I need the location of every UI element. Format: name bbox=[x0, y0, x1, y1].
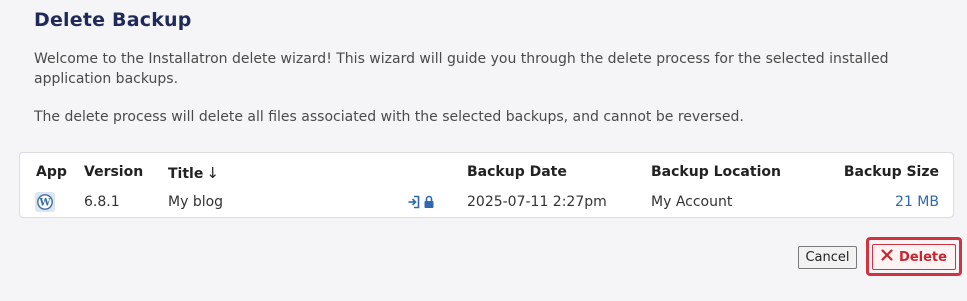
lock-icon bbox=[424, 194, 434, 213]
backup-size-link[interactable]: 21 MB bbox=[895, 194, 939, 210]
wordpress-icon: W bbox=[35, 192, 55, 212]
intro-text: Welcome to the Installatron delete wizar… bbox=[34, 51, 889, 87]
x-icon bbox=[881, 249, 893, 265]
column-header-title-label: Title bbox=[168, 166, 204, 182]
column-header-title[interactable]: Title ↓ bbox=[168, 164, 219, 182]
sign-in-icon bbox=[408, 194, 420, 213]
column-header-app: App bbox=[36, 164, 67, 180]
status-icons bbox=[408, 194, 434, 213]
column-header-backup-location[interactable]: Backup Location bbox=[651, 164, 781, 180]
title-cell: My blog bbox=[168, 194, 224, 210]
svg-text:W: W bbox=[38, 198, 51, 209]
backups-table: App Version Title ↓ Backup Date Backup Lo… bbox=[19, 152, 954, 218]
sort-descending-icon: ↓ bbox=[206, 164, 219, 182]
warning-text: The delete process will delete all files… bbox=[34, 109, 744, 125]
column-header-version[interactable]: Version bbox=[84, 164, 143, 180]
delete-button[interactable]: Delete bbox=[872, 244, 956, 270]
delete-button-label: Delete bbox=[899, 249, 947, 265]
backup-date-cell: 2025-07-11 2:27pm bbox=[467, 194, 607, 210]
backup-location-cell: My Account bbox=[651, 194, 733, 210]
column-header-backup-date[interactable]: Backup Date bbox=[467, 164, 567, 180]
column-header-backup-size[interactable]: Backup Size bbox=[844, 164, 939, 180]
page-title: Delete Backup bbox=[34, 9, 192, 31]
cancel-button[interactable]: Cancel bbox=[798, 246, 857, 269]
version-cell: 6.8.1 bbox=[84, 194, 120, 210]
